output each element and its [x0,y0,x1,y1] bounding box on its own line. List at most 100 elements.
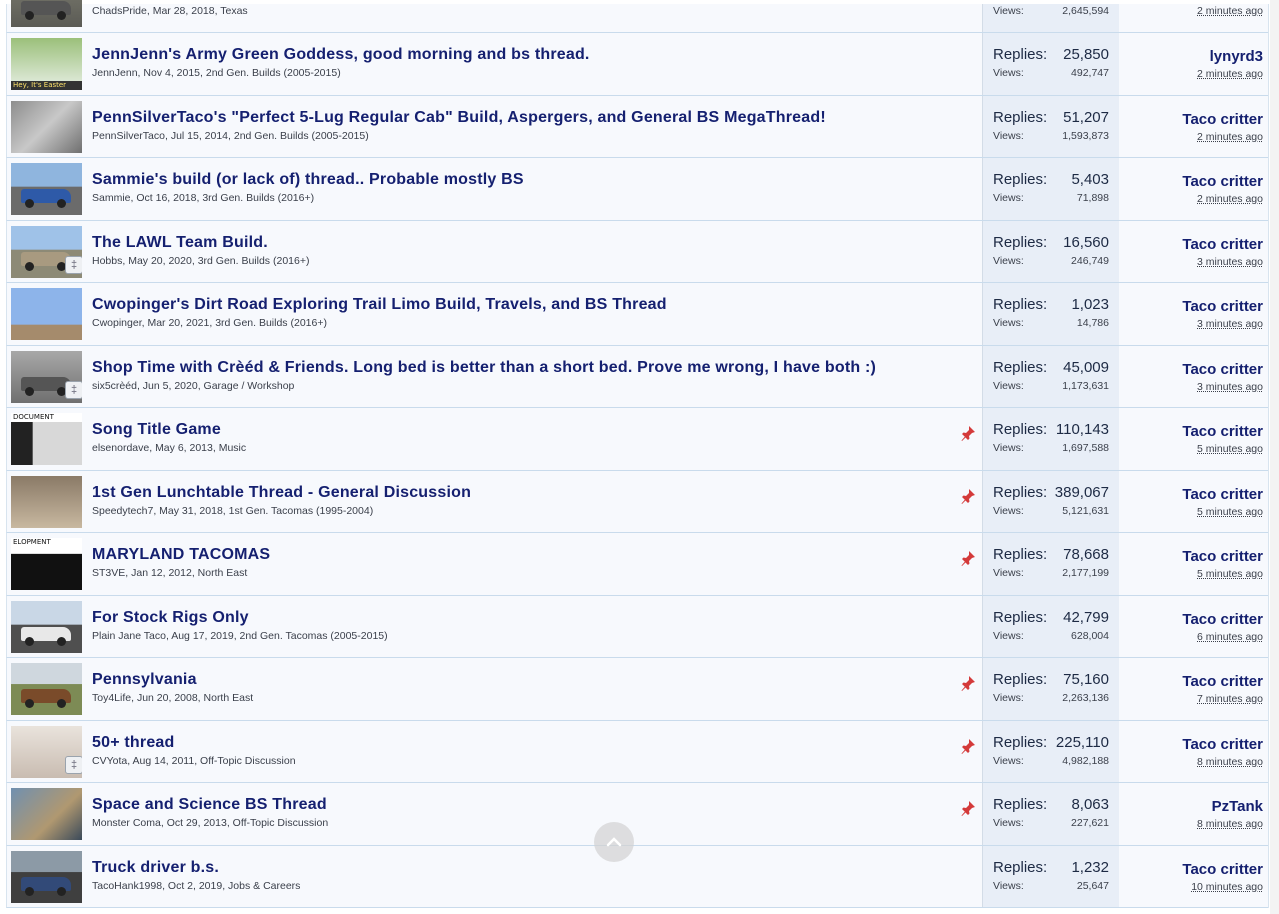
thread-title-link[interactable]: JennJenn's Army Green Goddess, good morn… [92,46,590,64]
thread-thumbnail[interactable] [11,475,82,528]
thread-row[interactable]: Pennsylvania Toy4Life, Jun 20, 2008, Nort… [6,658,1268,721]
thread-author[interactable]: TacoHank1998 [92,880,162,892]
thread-forum-link[interactable]: 2nd Gen. Builds (2005-2015) [234,130,369,142]
last-post-time-link[interactable]: 8 minutes ago [1197,756,1263,768]
thread-start-date[interactable]: May 20, 2020 [128,255,192,267]
thread-forum-link[interactable]: 1st Gen. Tacomas (1995-2004) [229,505,374,517]
last-poster-link[interactable]: Taco critter [1182,673,1263,690]
thread-author[interactable]: CVYota [92,755,127,767]
thread-start-date[interactable]: Nov 4, 2015 [143,67,200,79]
thread-title-link[interactable]: Sammie's build (or lack of) thread.. Pro… [92,171,524,189]
thread-thumbnail[interactable]: ‡ [11,725,82,778]
last-post-time-link[interactable]: 8 minutes ago [1197,818,1263,830]
thread-start-date[interactable]: Oct 16, 2018 [136,192,196,204]
thread-title-link[interactable]: For Stock Rigs Only [92,609,249,627]
thread-title-link[interactable]: Cwopinger's Dirt Road Exploring Trail Li… [92,296,667,314]
thread-author[interactable]: six5crèéd [92,380,137,392]
thread-row[interactable]: ‡ Shop Time with Crèéd & Friends. Long be… [6,345,1268,408]
thread-title-link[interactable]: The LAWL Team Build. [92,234,268,252]
thread-title-link[interactable]: 1st Gen Lunchtable Thread - General Disc… [92,484,471,502]
thread-row[interactable]: ‡ 50+ thread CVYota, Aug 14, 2011, Off-Top… [6,720,1268,783]
last-poster-link[interactable]: Taco critter [1182,173,1263,190]
thread-title-link[interactable]: Pennsylvania [92,671,197,689]
last-poster-link[interactable]: Taco critter [1182,548,1263,565]
thread-row[interactable]: For Stock Rigs Only Plain Jane Taco, Aug … [6,595,1268,658]
thread-start-date[interactable]: Aug 14, 2011 [133,755,195,767]
last-post-time-link[interactable]: 3 minutes ago [1197,318,1263,330]
thread-forum-link[interactable]: Off-Topic Discussion [200,755,296,767]
thread-thumbnail[interactable] [11,788,82,840]
last-poster-link[interactable]: Taco critter [1182,298,1263,315]
last-poster-link[interactable]: lynyrd3 [1210,48,1263,65]
last-poster-link[interactable]: PzTank [1212,798,1263,815]
thread-row[interactable]: ELOPMENT MARYLAND TACOMAS ST3VE, Jan 12, 2… [6,533,1268,596]
thread-row[interactable]: PennSilverTaco's "Perfect 5-Lug Regular … [6,95,1268,158]
thread-title-link[interactable]: MARYLAND TACOMAS [92,546,270,564]
last-post-time-link[interactable]: 7 minutes ago [1197,693,1263,705]
thread-start-date[interactable]: May 31, 2018 [159,505,223,517]
last-post-time-link[interactable]: 3 minutes ago [1197,381,1263,393]
thread-start-date[interactable]: Oct 29, 2013 [167,817,227,829]
thread-author[interactable]: Toy4Life [92,692,131,704]
thread-start-date[interactable]: May 6, 2013 [155,442,213,454]
last-post-time-link[interactable]: 5 minutes ago [1197,443,1263,455]
last-post-time-link[interactable]: 5 minutes ago [1197,506,1263,518]
scrollbar[interactable] [1270,0,1279,914]
thread-thumbnail[interactable] [11,163,82,215]
thread-forum-link[interactable]: North East [198,567,248,579]
last-post-time-link[interactable]: 10 minutes ago [1191,881,1263,893]
thread-title-link[interactable]: 50+ thread [92,734,174,752]
thread-thumbnail[interactable] [11,100,82,153]
thread-author[interactable]: Plain Jane Taco [92,630,166,642]
thread-row[interactable]: Space and Science BS Thread Monster Coma,… [6,783,1268,846]
thread-thumbnail[interactable]: DOCUMENT [11,413,82,465]
thread-start-date[interactable]: Mar 28, 2018 [153,5,215,17]
thread-forum-link[interactable]: Jobs & Careers [228,880,300,892]
thread-title-link[interactable]: Song Title Game [92,421,221,439]
thread-row[interactable]: Truck driver b.s. TacoHank1998, Oct 2, 20… [6,845,1268,908]
thread-forum-link[interactable]: Garage / Workshop [204,380,295,392]
thread-title-link[interactable]: Truck driver b.s. [92,859,219,877]
thread-thumbnail[interactable] [11,288,82,340]
last-poster-link[interactable]: Taco critter [1182,861,1263,878]
last-post-time-link[interactable]: 2 minutes ago [1197,131,1263,143]
thread-thumbnail[interactable] [11,600,82,653]
last-post-time-link[interactable]: 2 minutes ago [1197,193,1263,205]
thread-author[interactable]: JennJenn [92,67,138,79]
last-poster-link[interactable]: Taco critter [1182,111,1263,128]
thread-author[interactable]: ChadsPride [92,5,147,17]
thread-start-date[interactable]: Mar 20, 2021 [147,317,209,329]
thread-forum-link[interactable]: Texas [220,5,247,17]
last-poster-link[interactable]: Taco critter [1182,361,1263,378]
thread-start-date[interactable]: Jul 15, 2014 [171,130,228,142]
thread-title-link[interactable]: PennSilverTaco's "Perfect 5-Lug Regular … [92,109,826,127]
thread-forum-link[interactable]: Off-Topic Discussion [233,817,329,829]
last-post-time-link[interactable]: 6 minutes ago [1197,631,1263,643]
thread-start-date[interactable]: Aug 17, 2019 [171,630,233,642]
last-poster-link[interactable]: Taco critter [1182,611,1263,628]
thread-forum-link[interactable]: North East [204,692,254,704]
thread-row[interactable]: ‡ The LAWL Team Build. Hobbs, May 20, 2020… [6,220,1268,283]
thread-start-date[interactable]: Jun 20, 2008 [137,692,198,704]
last-poster-link[interactable]: Taco critter [1182,423,1263,440]
thread-author[interactable]: PennSilverTaco [92,130,165,142]
thread-thumbnail[interactable]: ‡ [11,225,82,278]
thread-start-date[interactable]: Oct 2, 2019 [168,880,222,892]
thread-thumbnail[interactable]: Hey, It's Easter [11,38,82,90]
thread-author[interactable]: Monster Coma [92,817,161,829]
thread-title-link[interactable]: Space and Science BS Thread [92,796,327,814]
thread-forum-link[interactable]: 3rd Gen. Builds (2016+) [215,317,327,329]
thread-row[interactable]: 1st Gen Lunchtable Thread - General Disc… [6,470,1268,533]
last-poster-link[interactable]: Taco critter [1182,236,1263,253]
last-post-time-link[interactable]: 5 minutes ago [1197,568,1263,580]
thread-forum-link[interactable]: 2nd Gen. Tacomas (2005-2015) [240,630,388,642]
last-post-time-link[interactable]: 3 minutes ago [1197,256,1263,268]
last-post-time-link[interactable]: 2 minutes ago [1197,5,1263,17]
thread-thumbnail[interactable] [11,663,82,715]
thread-forum-link[interactable]: 2nd Gen. Builds (2005-2015) [206,67,341,79]
thread-forum-link[interactable]: Music [219,442,246,454]
thread-thumbnail[interactable]: ‡ [11,350,82,403]
thread-author[interactable]: Cwopinger [92,317,142,329]
thread-thumbnail[interactable] [11,850,82,903]
thread-author[interactable]: ST3VE [92,567,125,579]
